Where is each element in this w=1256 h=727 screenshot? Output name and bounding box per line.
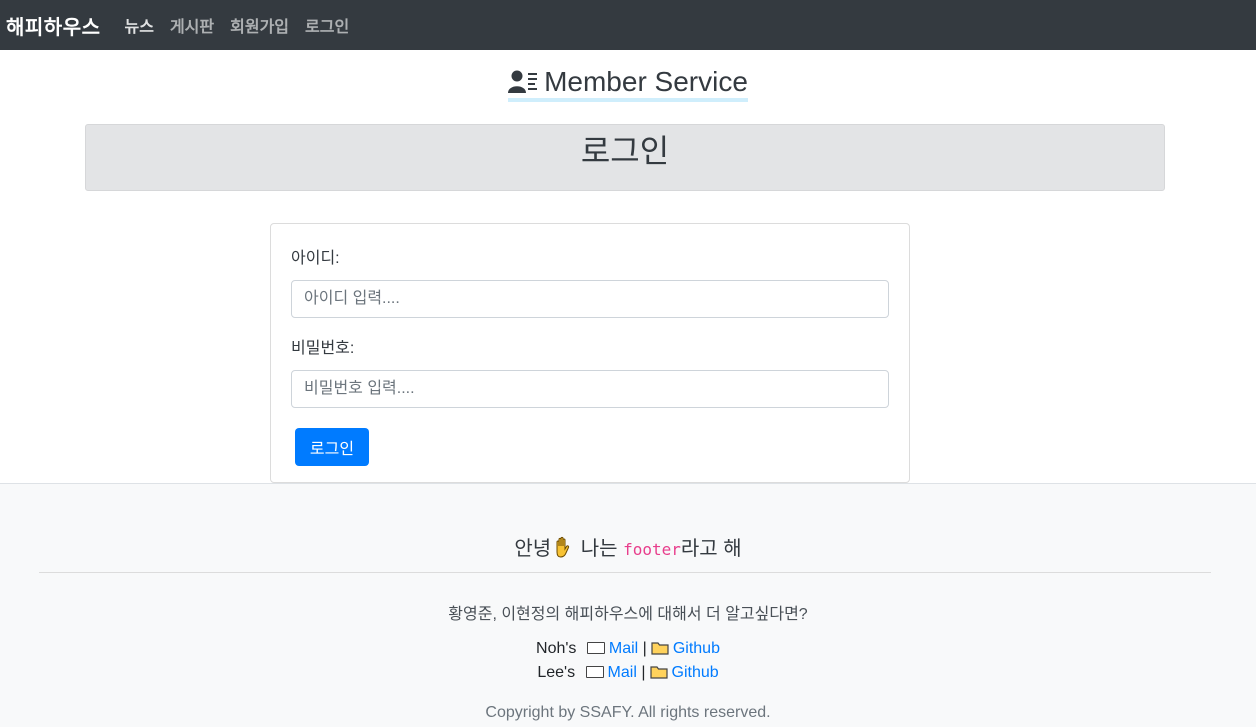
mail-icon	[585, 666, 604, 678]
footer-divider	[39, 572, 1211, 573]
lee-github-link[interactable]: Github	[672, 664, 719, 681]
page-header-box: 로그인	[85, 124, 1165, 191]
login-card: 아이디: 비밀번호: 로그인	[270, 223, 910, 483]
page-title: 로그인	[580, 133, 670, 169]
mail-icon	[586, 642, 605, 654]
waving-hand-icon	[556, 536, 570, 558]
brand-logo[interactable]: 해피하우스	[6, 11, 101, 40]
greet-after: 라고 해	[680, 538, 742, 560]
footer-about-text: 황영준, 이현정의 해피하우스에 대해서 더 알고싶다면?	[448, 606, 808, 623]
password-group: 비밀번호:	[291, 334, 889, 408]
service-heading: Member Service	[0, 66, 1256, 102]
greet-before: 안녕	[514, 538, 552, 560]
noh-github-link[interactable]: Github	[673, 640, 720, 657]
password-label: 비밀번호:	[291, 340, 355, 357]
footer-greeting: 안녕 나는 footer라고 해	[0, 532, 1256, 561]
footer: 안녕 나는 footer라고 해 황영준, 이현정의 해피하우스에 대해서 더 …	[0, 483, 1256, 727]
footer-code: footer	[623, 540, 681, 559]
contact-name: Noh's	[536, 640, 577, 657]
service-title: Member Service	[544, 66, 748, 97]
nav-link-news[interactable]: 뉴스	[125, 13, 154, 37]
id-label: 아이디:	[291, 250, 340, 267]
top-navbar: 해피하우스 뉴스 게시판 회원가입 로그인	[0, 0, 1256, 50]
greet-middle: 나는	[575, 538, 624, 560]
contact-row-noh: Noh's Mail | Github	[0, 637, 1256, 661]
service-heading-inner: Member Service	[508, 66, 748, 102]
folder-icon	[651, 642, 669, 655]
lee-mail-link[interactable]: Mail	[608, 664, 637, 681]
password-input[interactable]	[291, 370, 889, 408]
noh-mail-link[interactable]: Mail	[609, 640, 638, 657]
separator: |	[642, 640, 647, 657]
login-button[interactable]: 로그인	[295, 428, 369, 466]
contact-name: Lee's	[537, 664, 576, 681]
nav-link-signup[interactable]: 회원가입	[230, 13, 289, 37]
copyright-text: Copyright by SSAFY. All rights reserved.	[485, 704, 771, 721]
user-list-icon	[508, 70, 538, 93]
id-input[interactable]	[291, 280, 889, 318]
nav-link-login[interactable]: 로그인	[305, 13, 349, 37]
nav-link-board[interactable]: 게시판	[170, 13, 214, 37]
contact-row-lee: Lee's Mail | Github	[0, 661, 1256, 685]
folder-icon	[649, 666, 668, 679]
separator: |	[641, 664, 646, 681]
